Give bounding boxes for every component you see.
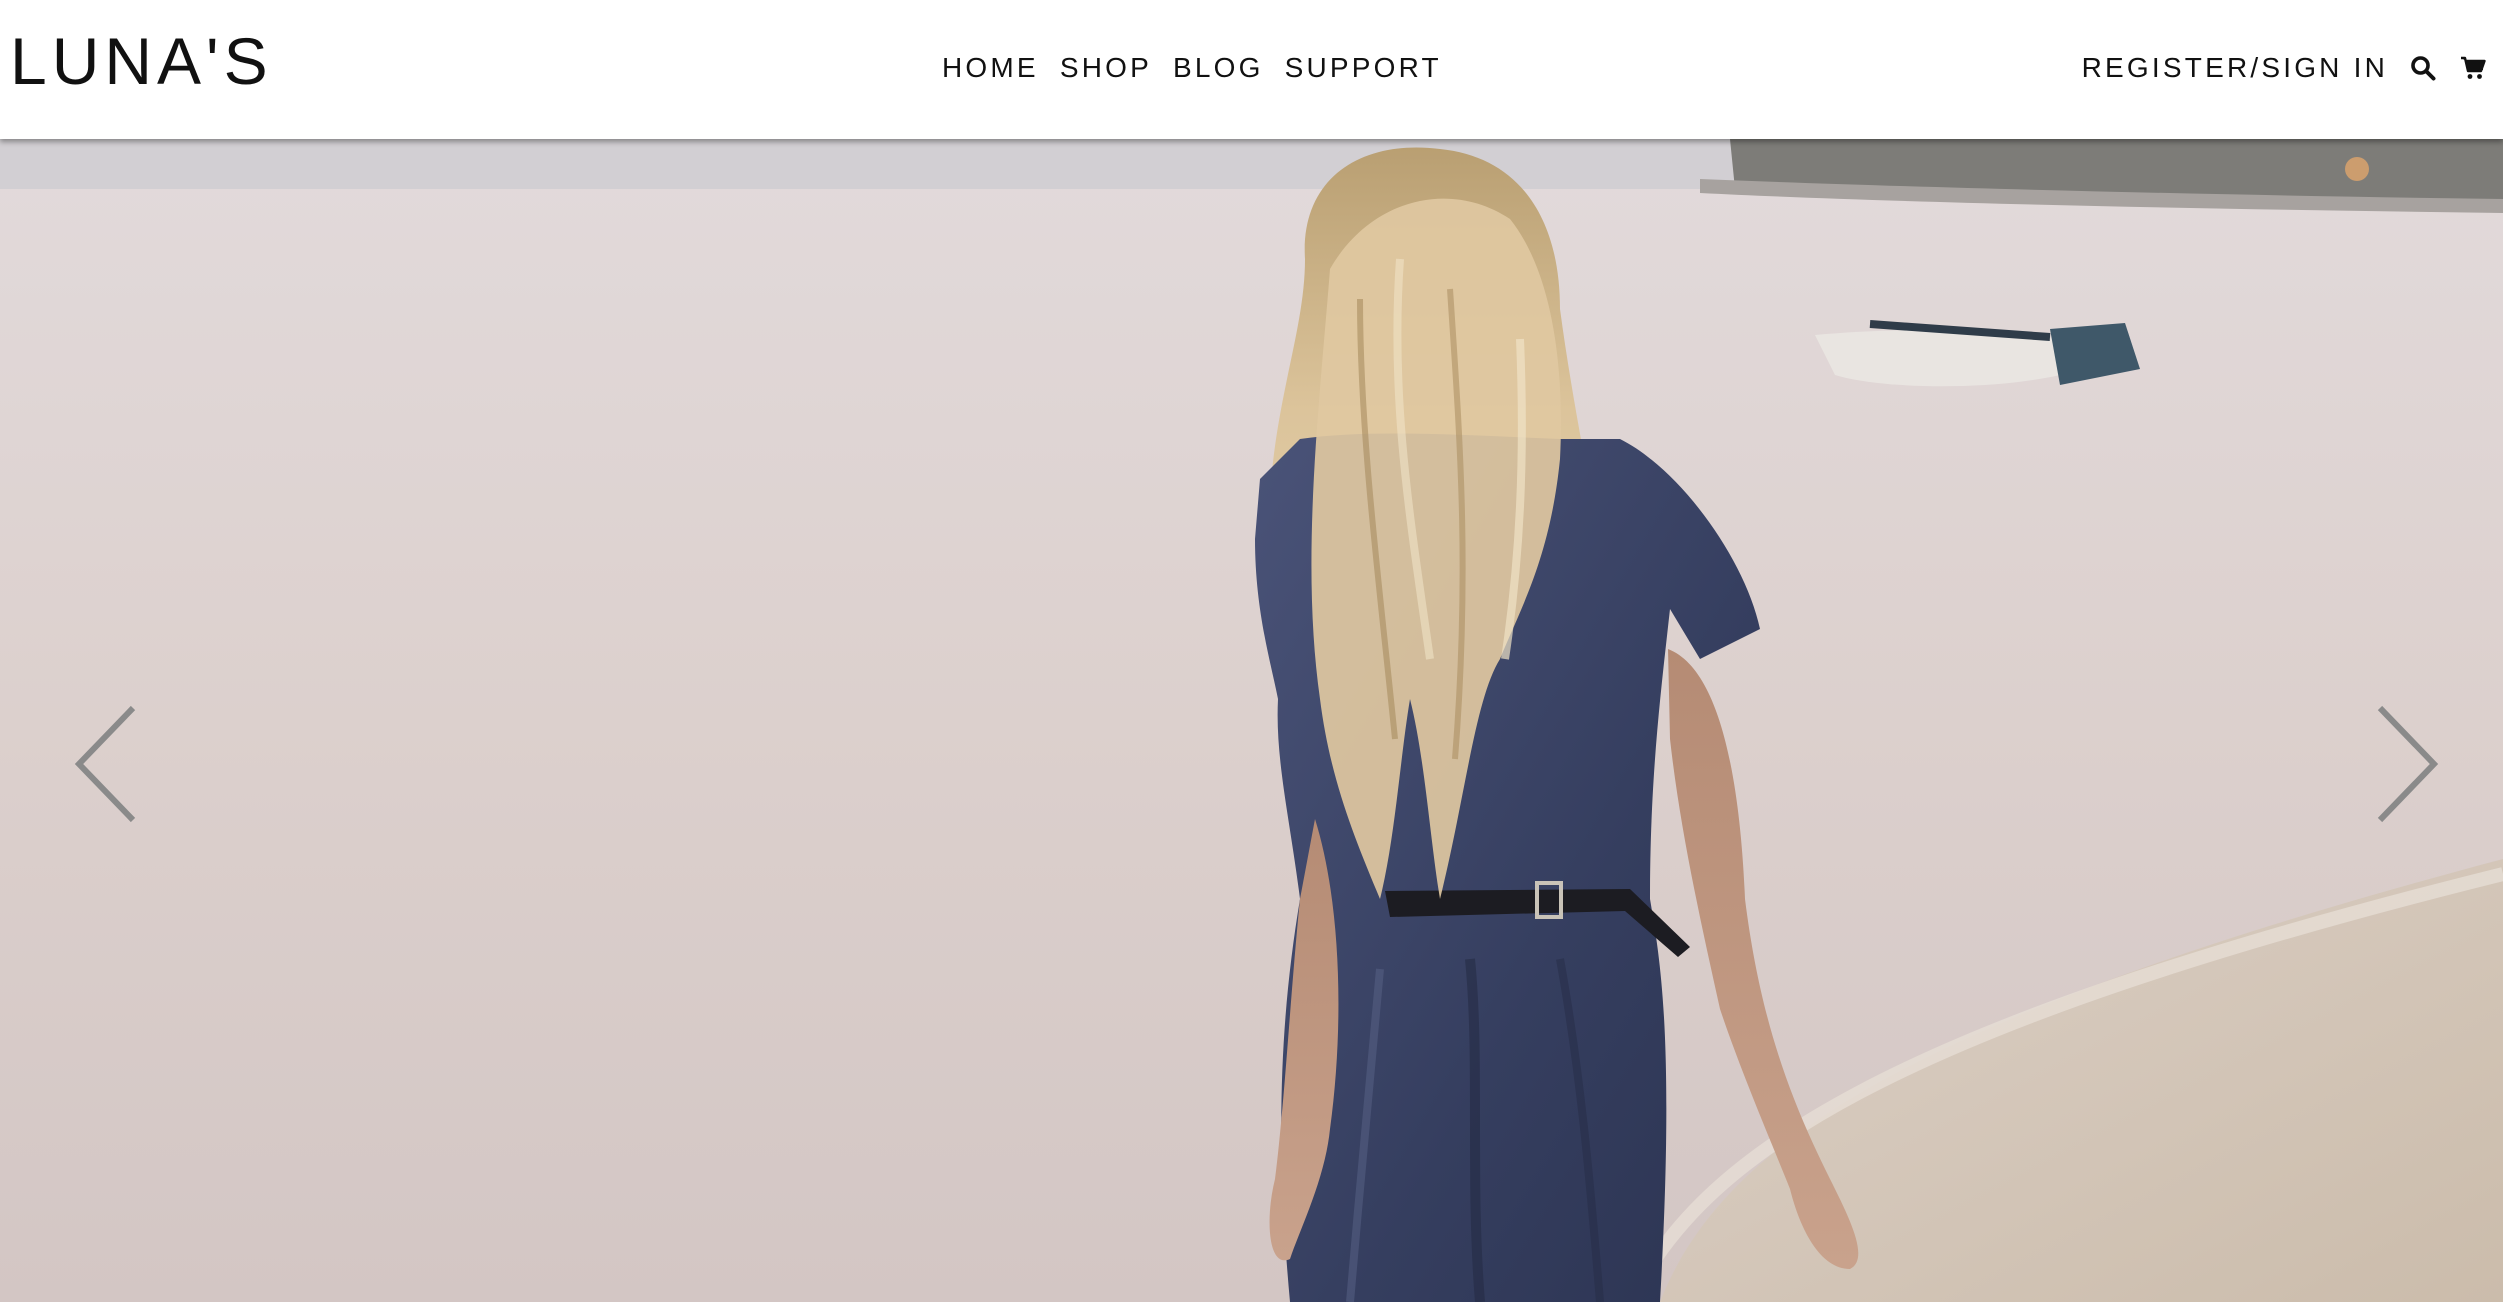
search-icon[interactable]	[2408, 50, 2438, 86]
nav-home-link[interactable]: HOME	[942, 50, 1039, 86]
chevron-right-icon	[2377, 705, 2439, 823]
site-logo[interactable]: LUNA'S	[10, 22, 273, 100]
chevron-left-icon	[74, 705, 136, 823]
hero-image	[0, 139, 2503, 1302]
site-header: LUNA'S HOME SHOP BLOG SUPPORT REGISTER/S…	[0, 0, 2503, 139]
hero-slider	[0, 139, 2503, 1302]
cart-icon[interactable]	[2458, 50, 2488, 86]
slider-prev-button[interactable]	[60, 694, 150, 834]
main-nav: HOME SHOP BLOG SUPPORT	[942, 50, 1442, 86]
slider-next-button[interactable]	[2363, 694, 2453, 834]
nav-support-link[interactable]: SUPPORT	[1285, 50, 1442, 86]
nav-blog-link[interactable]: BLOG	[1173, 50, 1264, 86]
register-sign-in-link[interactable]: REGISTER/SIGN IN	[2082, 50, 2388, 86]
nav-shop-link[interactable]: SHOP	[1060, 50, 1152, 86]
account-area: REGISTER/SIGN IN	[2082, 50, 2488, 86]
